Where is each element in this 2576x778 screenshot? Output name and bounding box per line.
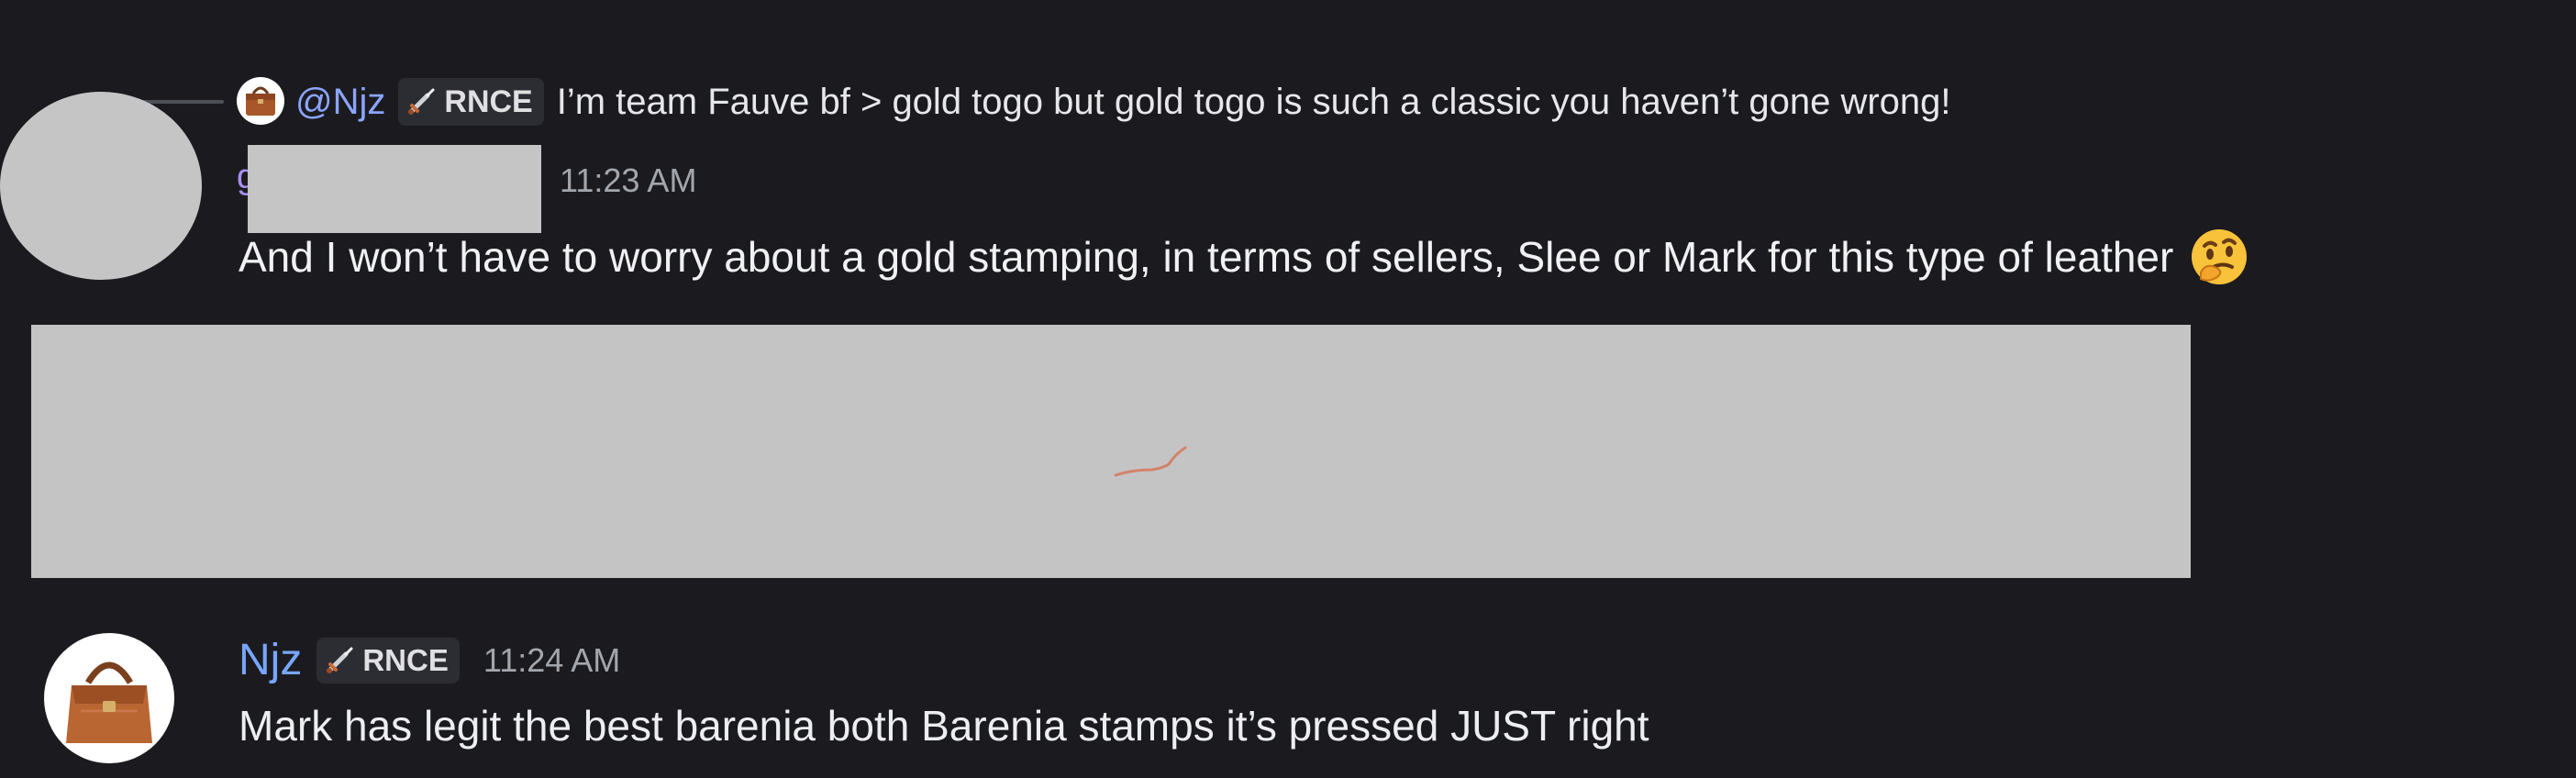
reply-role-badge[interactable]: RNCE — [398, 78, 544, 126]
message-content: And I won’t have to worry about a gold s… — [239, 224, 2252, 290]
message-author-username[interactable]: Njz — [239, 635, 302, 685]
redacted-avatar[interactable] — [0, 92, 202, 280]
message-timestamp[interactable]: 11:23 AM — [560, 161, 696, 200]
reply-mention[interactable]: @Njz — [295, 82, 385, 123]
redacted-username-block — [248, 145, 541, 233]
role-badge[interactable]: RNCE — [316, 637, 460, 684]
message-timestamp[interactable]: 11:24 AM — [483, 641, 620, 680]
message-text: Mark has legit the best barenia both Bar… — [239, 702, 1649, 750]
reply-role-label: RNCE — [444, 83, 533, 119]
reply-author-avatar[interactable] — [237, 77, 284, 125]
message-header: Njz RNCE 11:24 AM — [239, 635, 620, 685]
njz-avatar[interactable] — [44, 633, 174, 763]
scribble-mark — [1114, 446, 1187, 477]
sword-icon — [327, 647, 353, 673]
message-text: And I won’t have to worry about a gold s… — [239, 233, 2174, 281]
thinking-face-icon[interactable] — [2186, 224, 2252, 290]
reply-preview[interactable]: @Njz RNCE I’m team Fauve bf > gold togo … — [295, 73, 1951, 130]
sword-icon — [408, 88, 435, 115]
reply-text[interactable]: I’m team Fauve bf > gold togo but gold t… — [557, 82, 1951, 123]
role-badge-label: RNCE — [362, 642, 449, 677]
image-attachment[interactable] — [31, 325, 2191, 578]
